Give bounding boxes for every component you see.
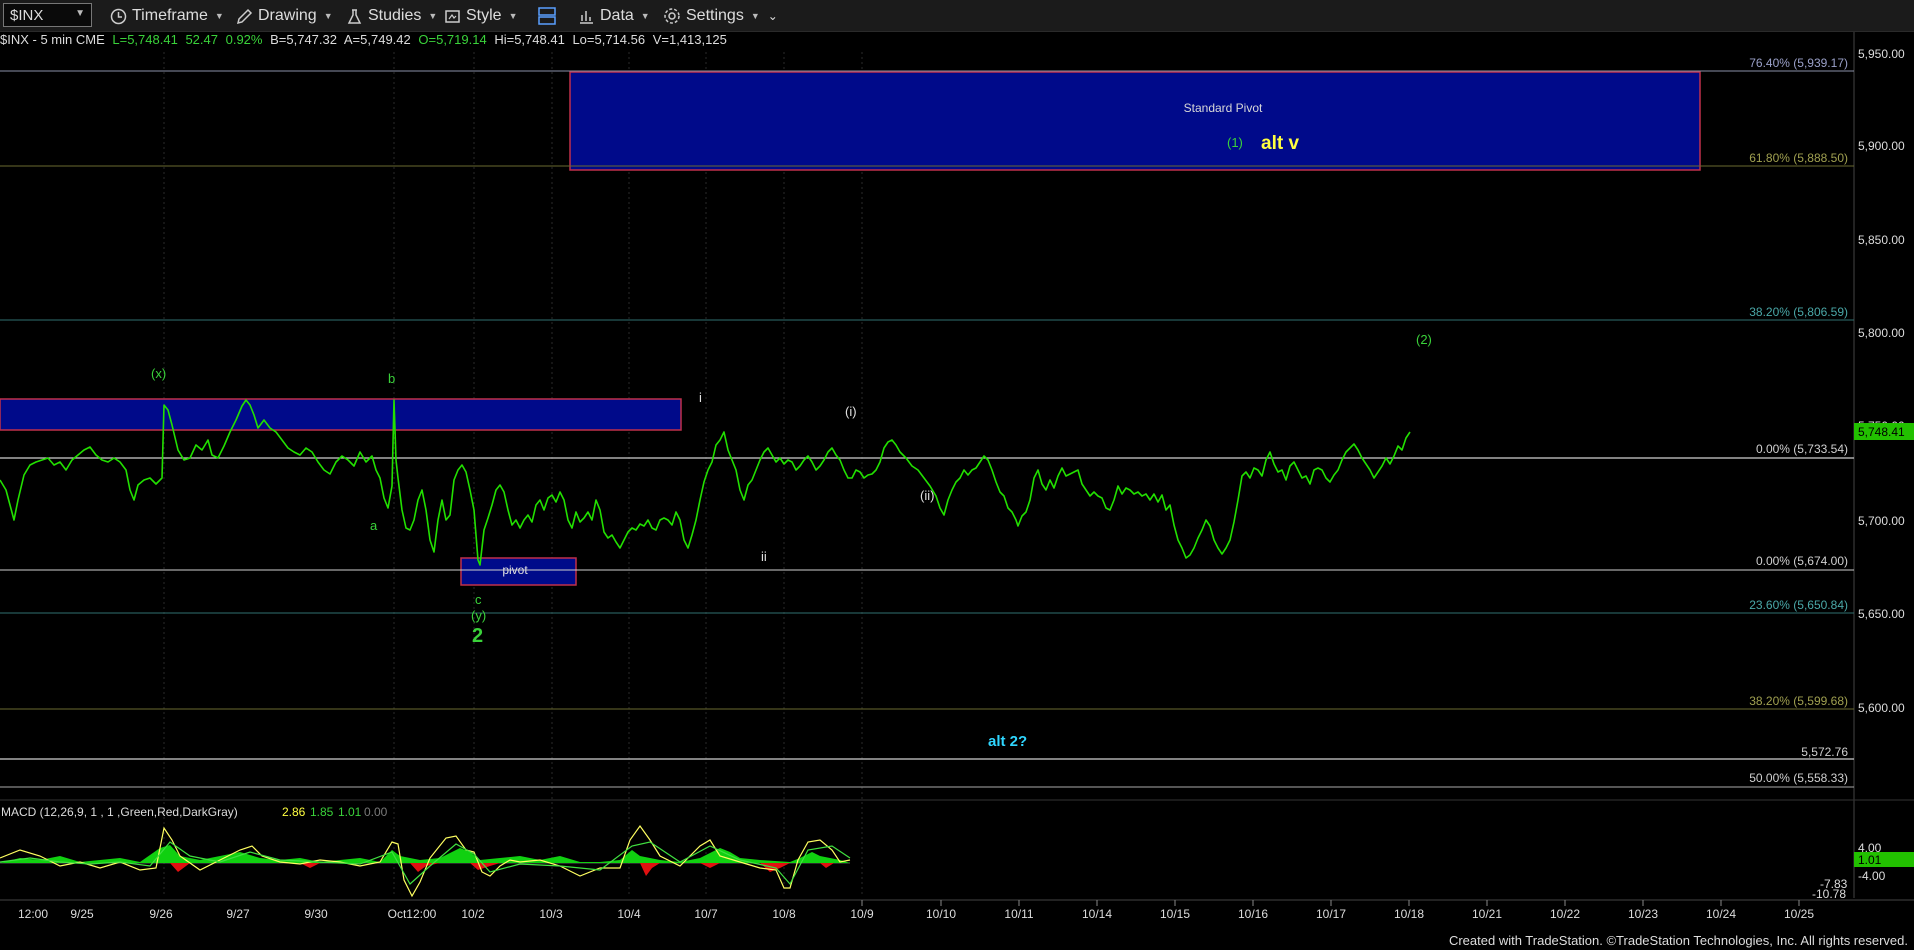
wave-label-ii: ii (761, 549, 767, 564)
macd-value-4: 0.00 (364, 805, 388, 819)
wave-label-c: c (475, 592, 482, 607)
macd-value-3: 1.01 (338, 805, 362, 819)
price-tick: 5,700.00 (1858, 514, 1905, 528)
x-tick: 10/2 (461, 907, 485, 921)
x-axis-ticks (861, 900, 1800, 906)
level-labels: 76.40% (5,939.17) 61.80% (5,888.50) 38.2… (1749, 56, 1848, 785)
price-tick: 5,900.00 (1858, 139, 1905, 153)
x-tick: 10/24 (1706, 907, 1736, 921)
level-label: 0.00% (5,674.00) (1756, 554, 1848, 568)
price-tick: 5,800.00 (1858, 326, 1905, 340)
level-label: 23.60% (5,650.84) (1749, 598, 1848, 612)
wave-label-alt-2: alt 2? (988, 733, 1027, 750)
x-tick: 10/17 (1316, 907, 1346, 921)
wave-label-i: i (699, 390, 702, 405)
wave-labels: (x) b a c (y) 2 i ii (i) (ii) (1) alt v … (151, 133, 1432, 750)
wave-label-alt-v: alt v (1261, 133, 1299, 154)
price-axis: 5,950.00 5,900.00 5,850.00 5,800.00 5,75… (1858, 47, 1905, 715)
footer-credit: Created with TradeStation. ©TradeStation… (1448, 933, 1908, 948)
x-tick: 10/18 (1394, 907, 1424, 921)
level-label: 0.00% (5,733.54) (1756, 442, 1848, 456)
price-tick: 5,600.00 (1858, 701, 1905, 715)
resistance-box[interactable] (0, 398, 682, 431)
macd-axis-tick: -4.00 (1858, 869, 1886, 883)
wave-label-a: a (370, 518, 378, 533)
standard-pivot-box[interactable] (569, 71, 1701, 171)
price-tick: 5,950.00 (1858, 47, 1905, 61)
x-tick: 10/11 (1004, 907, 1033, 921)
macd-axis-tick: 1.01 (1858, 853, 1882, 867)
x-axis: 12:00 9/25 9/26 9/27 9/30 Oct12:00 10/2 … (18, 907, 1814, 921)
x-tick: 10/9 (850, 907, 874, 921)
x-tick: 10/22 (1550, 907, 1580, 921)
macd-label: MACD (12,26,9, 1 , 1 ,Green,Red,DarkGray… (1, 805, 238, 819)
vertical-grid (163, 52, 863, 895)
wave-label-1-paren: (1) (1227, 135, 1243, 150)
x-tick: 9/25 (70, 907, 94, 921)
x-tick: 10/23 (1628, 907, 1658, 921)
x-tick: 10/15 (1160, 907, 1190, 921)
price-tick: 5,850.00 (1858, 233, 1905, 247)
macd-value-1: 2.86 (282, 805, 306, 819)
wave-label-ii-paren: (ii) (920, 488, 934, 503)
current-price-text: 5,748.41 (1858, 425, 1905, 439)
x-tick: 10/7 (694, 907, 718, 921)
macd-axis-tick: -10.78 (1812, 887, 1846, 901)
wave-label-x: (x) (151, 366, 166, 381)
x-tick: 10/21 (1472, 907, 1502, 921)
wave-label-i-paren: (i) (845, 404, 857, 419)
standard-pivot-label: Standard Pivot (1184, 101, 1263, 115)
x-tick: 10/4 (617, 907, 641, 921)
x-tick: 10/16 (1238, 907, 1268, 921)
wave-label-y: (y) (471, 608, 486, 623)
current-price-tag: 5,748.41 (1854, 423, 1914, 440)
x-tick: 9/27 (226, 907, 250, 921)
wave-label-b: b (388, 371, 395, 386)
level-label: 50.00% (5,558.33) (1749, 771, 1848, 785)
x-tick: 10/25 (1784, 907, 1814, 921)
level-label: 76.40% (5,939.17) (1749, 56, 1848, 70)
macd-axis: 4.00 1.01 -4.00 -7.83 -10.78 (1812, 841, 1914, 901)
level-label: 5,572.76 (1801, 745, 1848, 759)
x-tick: 10/10 (926, 907, 956, 921)
level-label: 38.20% (5,806.59) (1749, 305, 1848, 319)
level-label: 61.80% (5,888.50) (1749, 151, 1848, 165)
x-tick: 12:00 (18, 907, 48, 921)
x-tick: Oct12:00 (388, 907, 437, 921)
macd-value-2: 1.85 (310, 805, 334, 819)
wave-label-2-paren: (2) (1416, 332, 1432, 347)
x-tick: 9/30 (304, 907, 328, 921)
x-tick: 10/14 (1082, 907, 1112, 921)
price-chart[interactable]: Standard Pivot pivot 76.40% (5,939.17) 6… (0, 0, 1914, 950)
x-tick: 10/3 (539, 907, 563, 921)
level-label: 38.20% (5,599.68) (1749, 694, 1848, 708)
x-tick: 9/26 (149, 907, 173, 921)
wave-label-2: 2 (472, 625, 483, 647)
x-tick: 10/8 (772, 907, 796, 921)
price-tick: 5,650.00 (1858, 607, 1905, 621)
